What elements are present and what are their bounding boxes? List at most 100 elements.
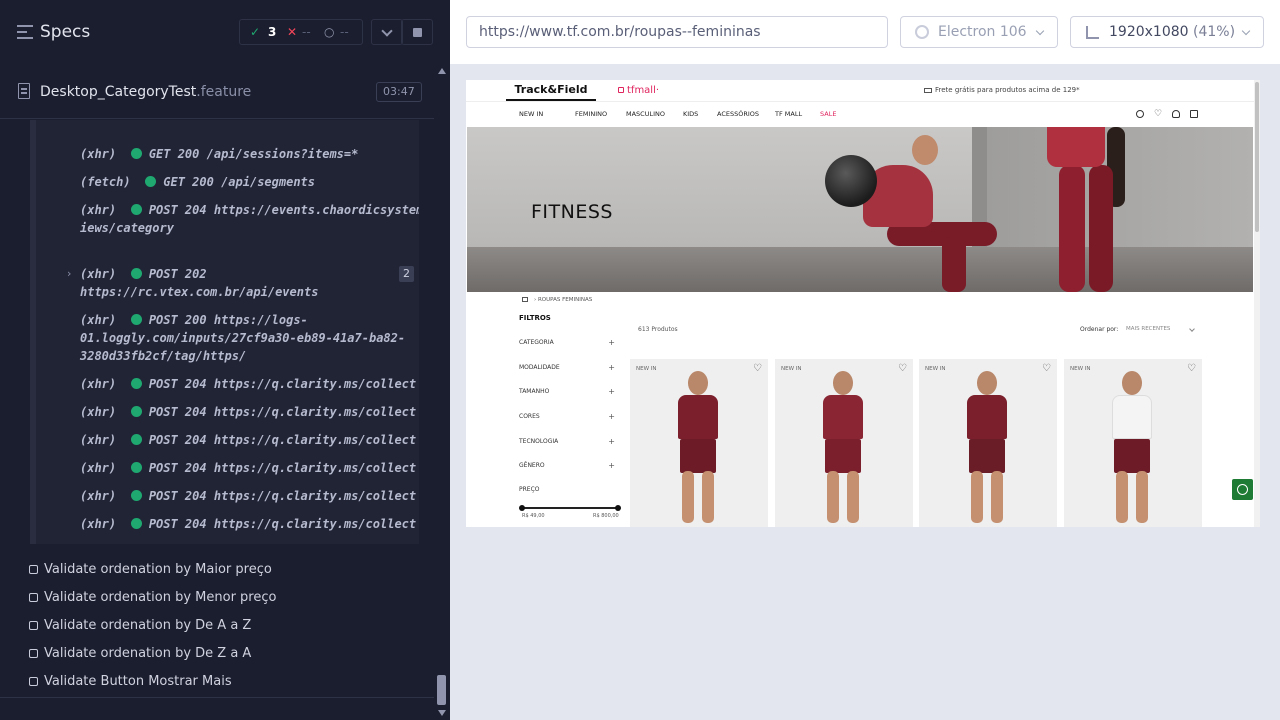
tfmall-link[interactable]: tfmall· xyxy=(618,85,659,96)
browser-selector[interactable]: Electron 106 xyxy=(900,16,1058,48)
divider xyxy=(0,697,434,698)
medicine-ball-image xyxy=(825,155,877,207)
nav-item[interactable]: SALE xyxy=(820,110,836,118)
plus-icon[interactable]: + xyxy=(608,461,615,470)
pending-test-icon xyxy=(29,621,38,630)
order-label: Ordenar por: xyxy=(1080,326,1119,333)
log-entry[interactable]: (xhr) POST 202 xyxy=(80,265,214,283)
hero-banner[interactable]: FITNESS xyxy=(467,127,1253,292)
heart-icon[interactable]: ♡ xyxy=(1187,363,1196,374)
price-max: R$ 800,00 xyxy=(593,513,619,519)
filter-item[interactable]: CATEGORIA + xyxy=(519,338,615,347)
new-in-tag: NEW IN xyxy=(925,366,946,372)
product-card[interactable]: NEW IN ♡ xyxy=(919,359,1057,527)
log-entry[interactable]: (xhr) POST 204 https://q.clarity.ms/coll… xyxy=(80,431,416,449)
log-entry[interactable]: (xhr) POST 204 https://q.clarity.ms/coll… xyxy=(80,459,416,477)
cart-icon[interactable] xyxy=(1190,110,1198,118)
product-card[interactable]: NEW IN ♡ xyxy=(630,359,768,527)
test-item[interactable]: Validate ordenation by De A a Z xyxy=(29,618,251,633)
brand-logo[interactable]: Track&Field xyxy=(506,80,596,101)
search-icon[interactable] xyxy=(1136,110,1144,118)
filters-title: FILTROS xyxy=(519,314,551,322)
menu-icon[interactable] xyxy=(17,25,33,39)
chevron-right-icon[interactable]: › xyxy=(67,267,71,280)
command-log-panel: Specs ✓ 3 ✕ -- ○ -- Desktop_CategoryTest… xyxy=(0,0,450,720)
command-log: format=jsonp&callback=getIP(xhr) GET 200… xyxy=(30,120,419,544)
scroll-down-arrow-icon[interactable] xyxy=(438,710,446,716)
filter-item[interactable]: TECNOLOGIA + xyxy=(519,437,615,446)
scrollbar-thumb[interactable] xyxy=(437,675,446,705)
nav-item[interactable]: KIDS xyxy=(683,110,698,118)
spec-file-row[interactable]: Desktop_CategoryTest.feature 03:47 xyxy=(0,77,434,119)
product-card[interactable]: NEW IN ♡ xyxy=(1064,359,1202,527)
scrollbar[interactable] xyxy=(434,64,450,720)
new-in-tag: NEW IN xyxy=(781,366,802,372)
nav-item[interactable]: FEMININO xyxy=(575,110,607,118)
range-handle-min[interactable] xyxy=(519,505,525,511)
nav-item[interactable]: MASCULINO xyxy=(626,110,665,118)
breadcrumb[interactable]: › ROUPAS FEMININAS xyxy=(522,297,592,303)
plus-icon[interactable]: + xyxy=(608,387,615,396)
nav-item[interactable]: TF MALL xyxy=(775,110,802,118)
nav-item[interactable]: NEW IN xyxy=(519,110,543,118)
home-icon[interactable] xyxy=(522,297,528,302)
status-dot-icon xyxy=(130,378,142,389)
log-entry[interactable]: (xhr) POST 204 https://events.chaordicsy… xyxy=(80,201,419,219)
price-min: R$ 49,00 xyxy=(522,513,545,519)
test-item[interactable]: Validate ordenation by Menor preço xyxy=(29,590,276,605)
order-select[interactable]: MAIS RECENTES xyxy=(1126,326,1170,332)
filter-item[interactable]: MODALIDADE + xyxy=(519,363,615,372)
truck-icon xyxy=(924,88,932,93)
plus-icon[interactable]: + xyxy=(608,338,615,347)
whatsapp-button[interactable] xyxy=(1232,479,1253,500)
scroll-up-arrow-icon[interactable] xyxy=(438,68,446,74)
status-dot-icon xyxy=(130,268,142,279)
site-scrollbar[interactable] xyxy=(1254,80,1260,527)
collapse-button[interactable] xyxy=(371,19,403,45)
log-entry-continued: 3280d33fb2cf/tag/https/ xyxy=(80,349,247,363)
aut-toolbar: https://www.tf.com.br/roupas--femininas … xyxy=(450,0,1280,64)
heart-icon[interactable]: ♡ xyxy=(1154,110,1162,119)
log-entry-continued: https://rc.vtex.com.br/api/events xyxy=(80,285,319,299)
filter-item[interactable]: CORES + xyxy=(519,412,615,421)
pending-count: -- xyxy=(340,25,349,39)
app-preview-frame: Track&Field tfmall· Frete grátis para pr… xyxy=(466,80,1260,527)
pending-test-icon xyxy=(29,677,38,686)
chevron-down-icon[interactable] xyxy=(1189,326,1195,332)
stop-button[interactable] xyxy=(401,19,433,45)
heart-icon[interactable]: ♡ xyxy=(898,363,907,374)
product-card[interactable]: NEW IN ♡ xyxy=(775,359,913,527)
log-entry[interactable]: (xhr) POST 204 https://q.clarity.ms/coll… xyxy=(80,403,416,421)
test-item[interactable]: Validate ordenation by Maior preço xyxy=(29,562,272,577)
status-dot-icon xyxy=(130,434,142,445)
log-entry[interactable]: (xhr) POST 200 https://logs- xyxy=(80,311,308,329)
check-icon: ✓ xyxy=(250,25,261,39)
test-item[interactable]: Validate ordenation by De Z a A xyxy=(29,646,251,661)
test-stats: ✓ 3 ✕ -- ○ -- xyxy=(239,19,363,45)
plus-icon[interactable]: + xyxy=(608,412,615,421)
browser-name: Electron 106 xyxy=(938,24,1027,40)
log-entry[interactable]: (xhr) POST 204 https://q.clarity.ms/coll… xyxy=(80,515,416,533)
log-entry[interactable]: (xhr) POST 204 https://q.clarity.ms/coll… xyxy=(80,487,416,505)
nav-item[interactable]: ACESSÓRIOS xyxy=(717,110,759,118)
price-range-slider[interactable] xyxy=(519,505,621,511)
pending-test-icon xyxy=(29,593,38,602)
heart-icon[interactable]: ♡ xyxy=(753,363,762,374)
range-handle-max[interactable] xyxy=(615,505,621,511)
new-in-tag: NEW IN xyxy=(1070,366,1091,372)
test-item[interactable]: Validate Button Mostrar Mais xyxy=(29,674,232,689)
log-entry-continued: 01.loggly.com/inputs/27cf9a30-eb89-41a7-… xyxy=(80,331,406,345)
log-entry[interactable]: (xhr) GET 200 /api/sessions?items=* xyxy=(80,145,358,163)
url-bar[interactable]: https://www.tf.com.br/roupas--femininas xyxy=(466,16,888,48)
heart-icon[interactable]: ♡ xyxy=(1042,363,1051,374)
status-dot-icon xyxy=(130,518,142,529)
plus-icon[interactable]: + xyxy=(608,437,615,446)
user-icon[interactable] xyxy=(1172,110,1180,118)
filter-item[interactable]: TAMANHO + xyxy=(519,387,615,396)
plus-icon[interactable]: + xyxy=(608,363,615,372)
log-entry[interactable]: (xhr) POST 204 https://q.clarity.ms/coll… xyxy=(80,375,416,393)
viewport-selector[interactable]: 1920x1080 (41%) xyxy=(1070,16,1264,48)
log-entry[interactable]: (fetch) GET 200 /api/segments xyxy=(80,173,315,191)
filter-item[interactable]: GÊNERO + xyxy=(519,461,615,470)
chevron-down-icon xyxy=(1241,26,1251,36)
